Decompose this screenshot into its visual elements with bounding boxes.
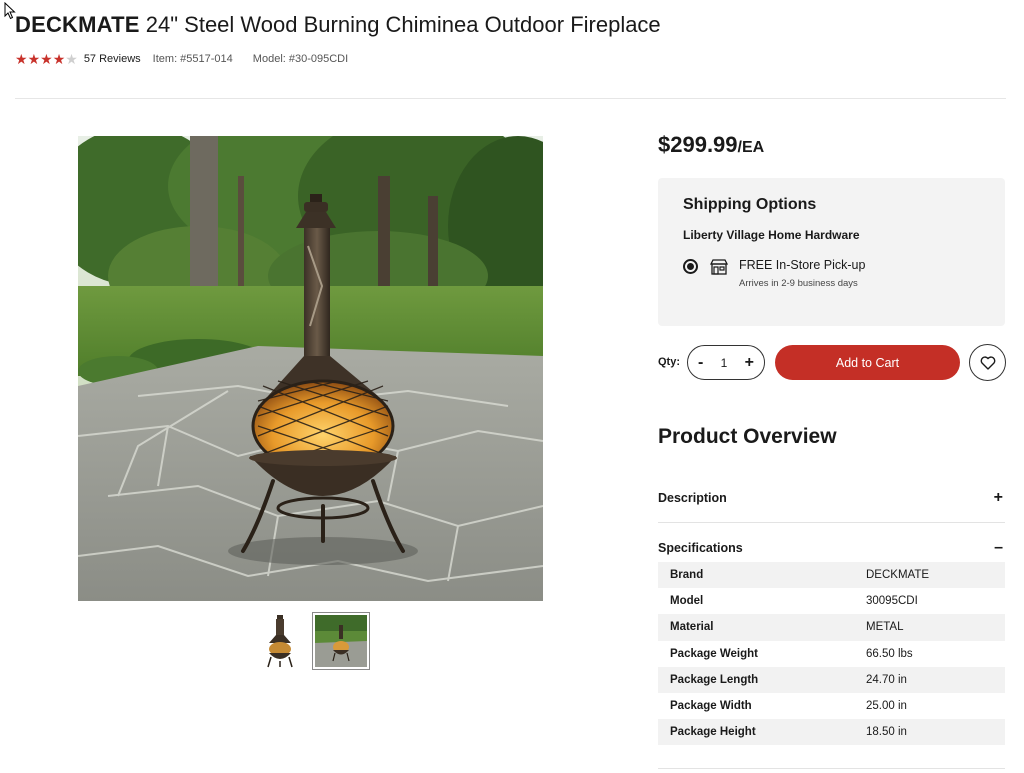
spec-row: Model 30095CDI xyxy=(658,588,1005,614)
pickup-radio[interactable] xyxy=(683,259,698,274)
star-icon: ★ xyxy=(40,51,53,67)
shipping-store-name: Liberty Village Home Hardware xyxy=(683,228,860,242)
section-divider xyxy=(658,768,1005,769)
shipping-eta: Arrives in 2-9 business days xyxy=(739,278,858,289)
product-meta: ★ ★ ★ ★ ★ 57 Reviews Item: #5517-014 Mod… xyxy=(15,52,348,66)
qty-value[interactable]: 1 xyxy=(721,356,728,370)
spec-key: Package Width xyxy=(670,700,752,713)
store-icon xyxy=(710,259,728,275)
qty-increase-button[interactable]: + xyxy=(745,354,754,371)
description-label: Description xyxy=(658,491,727,505)
spec-value: METAL xyxy=(854,614,1005,641)
product-price: $299.99/EA xyxy=(658,132,764,158)
heart-icon xyxy=(980,355,995,370)
header-divider xyxy=(15,98,1006,99)
shipping-title: Shipping Options xyxy=(683,196,817,213)
product-brand: DECKMATE xyxy=(15,12,140,37)
spec-value: 30095CDI xyxy=(866,595,918,608)
spec-value: 24.70 in xyxy=(854,666,1005,693)
spec-row: Package Length 24.70 in xyxy=(658,666,1005,693)
model-number: Model: #30-095CDI xyxy=(252,53,349,65)
specifications-label: Specifications xyxy=(658,541,743,555)
spec-value: 66.50 lbs xyxy=(866,647,913,660)
price-amount: $299.99 xyxy=(658,132,738,157)
shipping-method: FREE In-Store Pick-up xyxy=(739,258,866,272)
wishlist-button[interactable] xyxy=(969,344,1006,381)
spec-row: Brand DECKMATE xyxy=(658,562,1005,589)
spec-key: Package Length xyxy=(658,666,854,693)
spec-row: Material METAL xyxy=(658,614,1005,641)
thumbnail-lifestyle[interactable] xyxy=(312,612,370,670)
product-name: 24" Steel Wood Burning Chiminea Outdoor … xyxy=(145,12,661,37)
qty-decrease-button[interactable]: - xyxy=(698,354,703,371)
add-to-cart-button[interactable]: Add to Cart xyxy=(775,345,960,380)
item-number: Item: #5517-014 xyxy=(152,53,233,65)
collapse-icon[interactable]: – xyxy=(994,539,1003,557)
star-icon: ★ xyxy=(27,51,41,67)
price-unit: /EA xyxy=(737,139,765,156)
spec-row: Package Weight 66.50 lbs xyxy=(658,641,1005,667)
accordion-description[interactable]: Description + xyxy=(658,489,1005,507)
thumbnail-product[interactable] xyxy=(262,612,298,670)
star-icon: ★ xyxy=(52,51,66,67)
product-main-image[interactable] xyxy=(78,136,543,601)
rating-stars[interactable]: ★ ★ ★ ★ ★ xyxy=(15,52,78,66)
spec-key: Model xyxy=(670,595,704,608)
spec-value: 25.00 in xyxy=(866,700,907,713)
quantity-stepper: - 1 + xyxy=(687,345,765,380)
expand-icon[interactable]: + xyxy=(994,489,1003,507)
spec-row: Package Width 25.00 in xyxy=(658,693,1005,719)
qty-label: Qty: xyxy=(658,356,680,368)
spec-row: Package Height 18.50 in xyxy=(658,719,1005,746)
spec-value: 18.50 in xyxy=(854,719,1005,746)
accordion-specifications[interactable]: Specifications – xyxy=(658,539,1005,557)
spec-key: Brand xyxy=(658,562,854,589)
product-title: DECKMATE 24" Steel Wood Burning Chiminea… xyxy=(15,12,661,38)
spec-key: Material xyxy=(658,614,854,641)
spec-key: Package Height xyxy=(658,719,854,746)
spec-value: DECKMATE xyxy=(854,562,1005,589)
specifications-table: Brand DECKMATE Model 30095CDI Material M… xyxy=(658,562,1005,746)
product-overview-heading: Product Overview xyxy=(658,425,837,448)
spec-key: Package Weight xyxy=(670,647,758,660)
accordion-divider xyxy=(658,522,1005,523)
star-icon: ★ xyxy=(15,51,28,67)
reviews-link[interactable]: 57 Reviews xyxy=(84,53,141,65)
gallery-thumbnails xyxy=(262,612,370,670)
star-empty-icon: ★ xyxy=(65,51,78,67)
shipping-options-panel: Shipping Options Liberty Village Home Ha… xyxy=(658,178,1005,326)
